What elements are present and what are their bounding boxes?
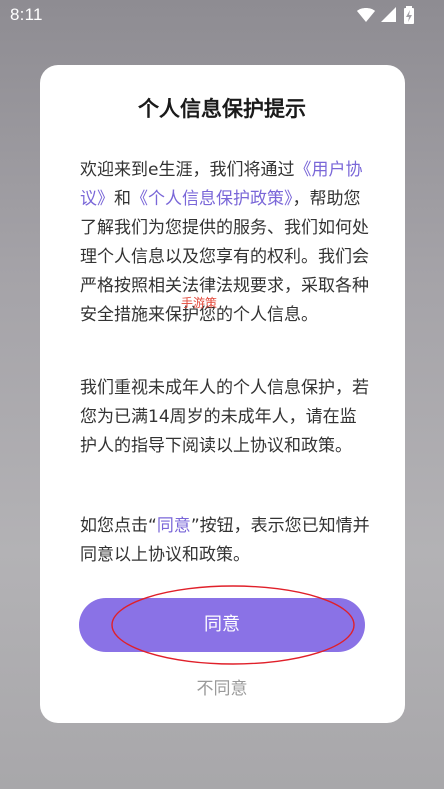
watermark-text: 手游策 — [181, 296, 218, 310]
disagree-button[interactable]: 不同意 — [0, 674, 444, 699]
agree-button[interactable]: 同意 — [79, 598, 365, 652]
status-bar: 8:11 — [0, 0, 444, 32]
intro-text-after: ，帮助您了解我们为您提供的服务、我们如何处理个人信息以及您享有的权利。我们会严格… — [80, 189, 369, 325]
intro-text-before: 欢迎来到e生涯，我们将通过 — [80, 160, 295, 180]
consent-paragraph: 如您点击“同意”按钮，表示您已知情并同意以上协议和政策。 — [80, 512, 370, 570]
consent-agree-highlight: 同意 — [156, 516, 191, 536]
minor-protection-paragraph: 我们重视未成年人的个人信息保护，若您为已满14周岁的未成年人，请在监护人的指导下… — [80, 378, 369, 456]
dialog-title: 个人信息保护提示 — [138, 97, 306, 121]
intro-text-and: 和 — [114, 189, 131, 209]
signal-icon — [381, 7, 396, 22]
consent-text-before: 如您点击“ — [80, 516, 157, 536]
battery-charging-icon — [404, 6, 414, 24]
privacy-policy-link[interactable]: 《个人信息保护政策》 — [131, 189, 293, 209]
intro-paragraph: 欢迎来到e生涯，我们将通过《用户协议》和《个人信息保护政策》，帮助您了解我们为您… — [80, 156, 370, 330]
wifi-icon — [357, 8, 375, 22]
status-time: 8:11 — [10, 5, 43, 24]
